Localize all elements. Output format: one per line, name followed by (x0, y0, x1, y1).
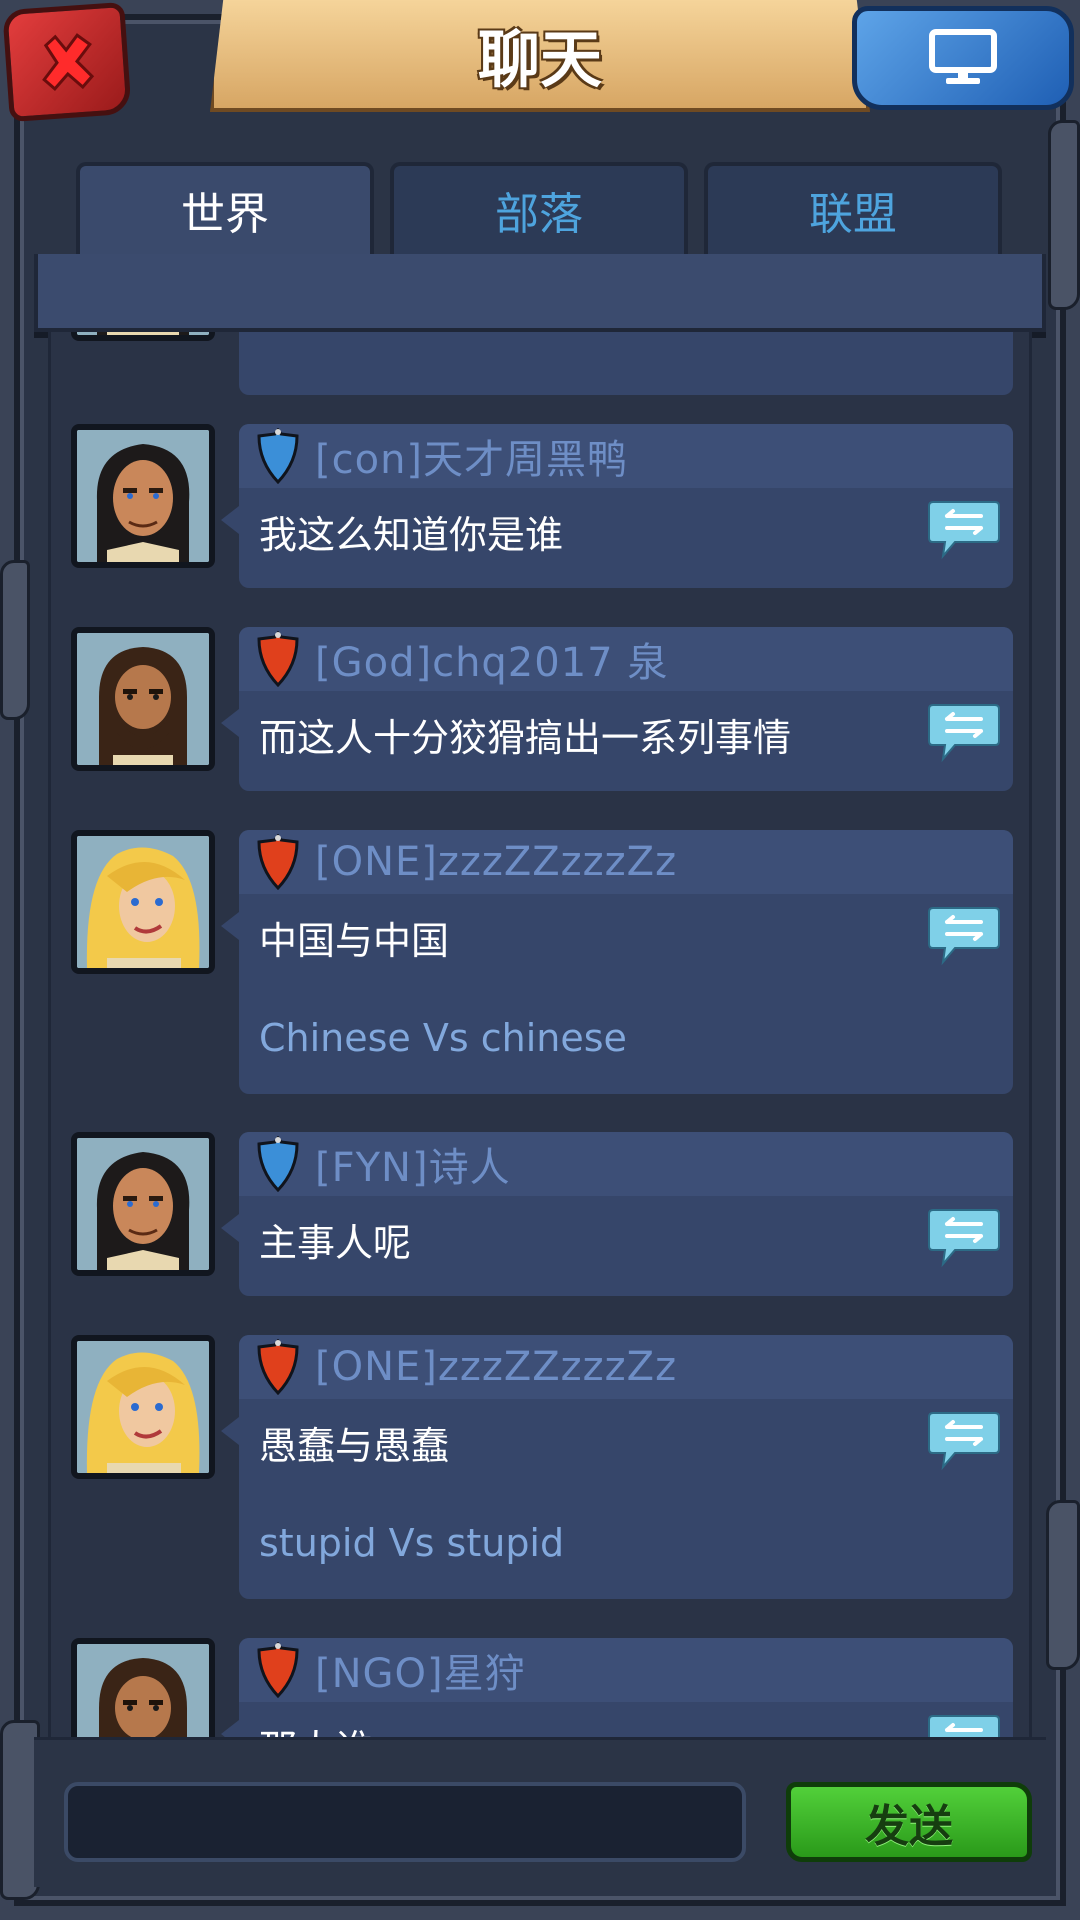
translate-icon (928, 907, 1000, 966)
title-banner: 聊天 (210, 0, 870, 112)
translate-icon (928, 501, 1000, 560)
translated-text: stupid Vs stupid (259, 1521, 565, 1565)
sender-name[interactable]: [ONE]zzzZZzzzZz (315, 1344, 677, 1390)
translate-button[interactable] (927, 1409, 1001, 1473)
close-icon (42, 33, 95, 92)
message-text: 主事人呢 (259, 1221, 412, 1265)
tab-world[interactable]: 世界 (76, 162, 374, 254)
message-header: [ONE]zzzZZzzzZz (239, 830, 1013, 894)
tab-content-header (34, 254, 1046, 332)
translate-button[interactable] (927, 498, 1001, 562)
translate-icon (928, 1209, 1000, 1268)
tab-tribe[interactable]: 部落 (390, 162, 688, 254)
message-bubble: [con]天才周黑鸭我这么知道你是谁 (221, 424, 1013, 588)
message-header: [NGO]星狩 (239, 1638, 1013, 1702)
clan-shield-icon (255, 833, 301, 891)
avatar[interactable] (71, 424, 215, 568)
avatar[interactable] (71, 1638, 215, 1737)
sender-name[interactable]: [con]天才周黑鸭 (315, 427, 628, 485)
frame-rock-decoration (0, 560, 30, 720)
translate-icon (941, 332, 942, 333)
chat-input[interactable] (64, 1782, 746, 1862)
sender-name[interactable]: [God]chq2017 泉 (315, 630, 668, 688)
clan-shield-icon (255, 1641, 301, 1699)
chat-message: [con]天才周黑鸭我这么知道你是谁 (71, 424, 1029, 590)
translate-button[interactable] (927, 904, 1001, 968)
clan-shield-icon (255, 427, 301, 485)
clan-shield-icon (255, 1135, 301, 1193)
avatar[interactable] (71, 830, 215, 974)
message-header: [God]chq2017 泉 (239, 627, 1013, 691)
clan-shield-icon (255, 1338, 301, 1396)
close-button[interactable] (2, 1, 132, 123)
translate-button[interactable] (927, 1712, 1001, 1737)
message-text: 而这人十分狡猾搞出一系列事情 (259, 716, 792, 760)
translate-icon (928, 1715, 1000, 1737)
chat-message: [FYN]诗人主事人呢 (71, 1132, 1029, 1298)
message-bubble: [FYN]诗人主事人呢 (221, 1132, 1013, 1296)
message-bubble: [ONE]zzzZZzzzZz 愚蠢与愚蠢 stupid Vs stupid (221, 1335, 1013, 1599)
translated-text: Chinese Vs chinese (259, 1016, 627, 1060)
send-button[interactable]: 发送 (786, 1782, 1032, 1862)
monitor-icon (929, 29, 997, 84)
sender-name[interactable]: [FYN]诗人 (315, 1135, 511, 1193)
message-text: 中国与中国 (259, 919, 450, 963)
message-header: [FYN]诗人 (239, 1132, 1013, 1196)
frame-rock-decoration (1046, 1500, 1080, 1670)
message-bubble: [NGO]星狩那人谁 (221, 1638, 1013, 1737)
tab-alliance[interactable]: 联盟 (704, 162, 1002, 254)
avatar[interactable] (71, 1132, 215, 1276)
message-header: [ONE]zzzZZzzzZz (239, 1335, 1013, 1399)
translate-button[interactable] (927, 332, 1001, 335)
chat-message: 我无了多的是 (71, 332, 1029, 397)
sender-name[interactable]: [NGO]星狩 (315, 1641, 526, 1699)
chat-message: [ONE]zzzZZzzzZz 中国与中国 Chinese Vs chinese (71, 830, 1029, 1096)
message-bubble: 我无了多的是 (239, 332, 1013, 395)
chat-message-list[interactable]: 我无了多的是 [con]天才周黑鸭我这么知道你是谁 [God]chq2017 泉而这… (48, 332, 1032, 1737)
clan-shield-icon (255, 630, 301, 688)
chat-message: [NGO]星狩那人谁 (71, 1638, 1029, 1737)
message-text: 我这么知道你是谁 (259, 513, 564, 557)
message-bubble: [ONE]zzzZZzzzZz 中国与中国 Chinese Vs chinese (221, 830, 1013, 1094)
sender-name[interactable]: [ONE]zzzZZzzzZz (315, 839, 677, 885)
message-text: 那人谁 (259, 1718, 373, 1737)
chat-message: [God]chq2017 泉而这人十分狡猾搞出一系列事情 (71, 627, 1029, 793)
message-text: 愚蠢与愚蠢 (259, 1424, 450, 1468)
translate-button[interactable] (927, 1206, 1001, 1270)
avatar[interactable] (71, 627, 215, 771)
frame-rock-decoration (1048, 120, 1080, 310)
message-header: [con]天才周黑鸭 (239, 424, 1013, 488)
translate-button[interactable] (927, 701, 1001, 765)
translate-icon (928, 1412, 1000, 1471)
avatar[interactable] (71, 1335, 215, 1479)
page-title: 聊天 (477, 23, 602, 96)
translate-icon (928, 704, 1000, 763)
monitor-button[interactable] (852, 6, 1074, 110)
message-bubble: [God]chq2017 泉而这人十分狡猾搞出一系列事情 (221, 627, 1013, 791)
avatar[interactable] (71, 332, 215, 341)
chat-message: [ONE]zzzZZzzzZz 愚蠢与愚蠢 stupid Vs stupid (71, 1335, 1029, 1601)
